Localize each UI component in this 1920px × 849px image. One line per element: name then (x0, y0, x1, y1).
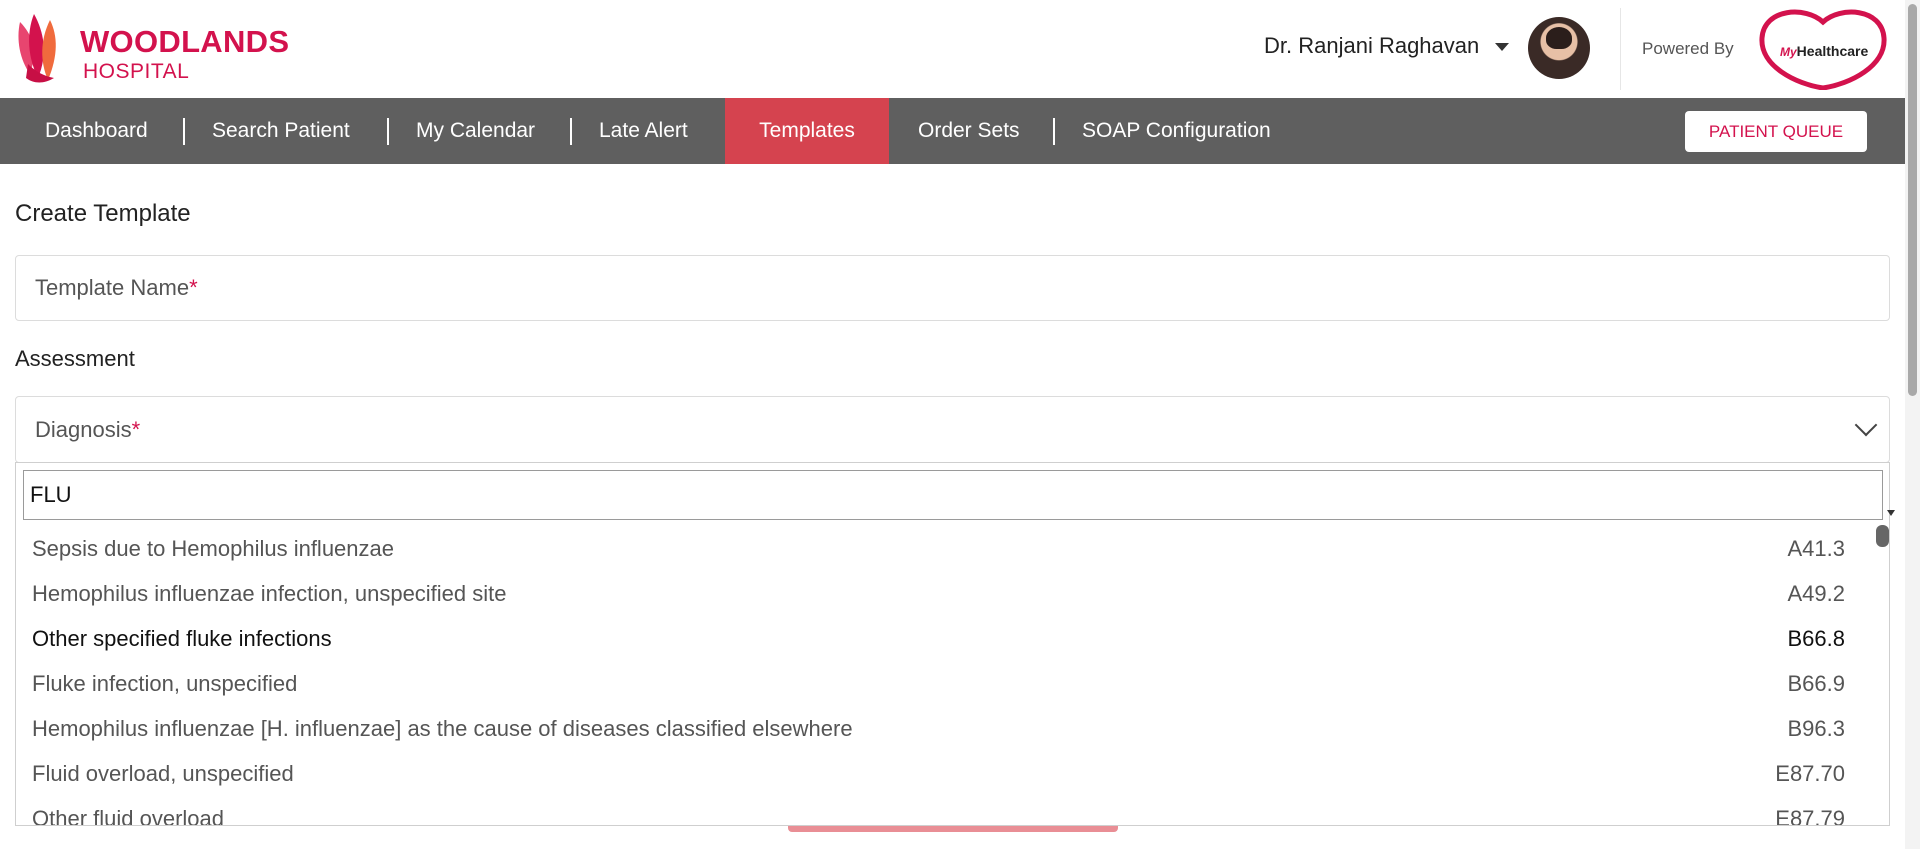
partner-logo-my: My (1780, 45, 1797, 59)
chevron-down-icon[interactable] (1854, 413, 1878, 437)
option-code: B66.8 (1787, 626, 1846, 651)
nav-dashboard[interactable]: Dashboard (45, 98, 148, 164)
nav-order-sets[interactable]: Order Sets (918, 98, 1020, 164)
woodlands-logo-icon (18, 14, 56, 83)
nav-search-patient[interactable]: Search Patient (212, 98, 350, 164)
nav-divider (387, 118, 389, 145)
partner-logo-text: MyHealthcare (1780, 43, 1868, 59)
list-item[interactable]: Hemophilus influenzae [H. influenzae] as… (16, 706, 1874, 751)
caret-down-icon[interactable] (1495, 43, 1509, 51)
nav-my-calendar[interactable]: My Calendar (416, 98, 535, 164)
option-name: Hemophilus influenzae infection, unspeci… (32, 581, 507, 606)
diagnosis-label-text: Diagnosis (35, 417, 132, 442)
list-item[interactable]: Sepsis due to Hemophilus influenzae A41.… (16, 526, 1874, 571)
hospital-brand: WOODLANDS HOSPITAL (80, 26, 289, 82)
nav-templates[interactable]: Templates (725, 98, 889, 164)
avatar[interactable] (1528, 17, 1590, 79)
patient-queue-button[interactable]: PATIENT QUEUE (1685, 111, 1867, 152)
required-mark: * (189, 275, 198, 300)
option-code: E87.70 (1775, 761, 1845, 786)
option-code: A41.3 (1787, 536, 1846, 561)
template-name-label-text: Template Name (35, 275, 190, 300)
option-code: B66.9 (1787, 671, 1846, 696)
template-name-label: Template Name* (35, 275, 198, 301)
template-name-field[interactable]: Template Name* (15, 255, 1890, 321)
list-item[interactable]: Fluke infection, unspecified B66.9 (16, 661, 1874, 706)
diagnosis-select[interactable]: Diagnosis* (15, 396, 1890, 463)
page-title: Create Template (15, 200, 191, 227)
submit-button-edge[interactable] (788, 826, 1118, 832)
list-item[interactable]: Other specified fluke infections B66.8 (16, 616, 1874, 661)
option-name: Fluke infection, unspecified (32, 671, 298, 696)
option-code: E87.79 (1775, 806, 1845, 826)
nav-divider (1053, 118, 1055, 145)
user-menu[interactable]: Dr. Ranjani Raghavan (1264, 33, 1479, 59)
option-name: Sepsis due to Hemophilus influenzae (32, 536, 395, 561)
list-item[interactable]: Fluid overload, unspecified E87.70 (16, 751, 1874, 796)
brand-line1: WOODLANDS (80, 24, 290, 59)
nav-divider (570, 118, 572, 145)
section-assessment: Assessment (15, 346, 135, 371)
page-scrollbar-thumb[interactable] (1908, 4, 1917, 396)
nav-divider (183, 118, 185, 145)
header-divider (1620, 8, 1621, 90)
required-mark: * (131, 417, 141, 442)
brand-line2: HOSPITAL (83, 60, 190, 83)
list-item[interactable]: Other fluid overload E87.79 (16, 796, 1874, 826)
powered-by-label: Powered By (1642, 39, 1734, 58)
list-item[interactable]: Hemophilus influenzae infection, unspeci… (16, 571, 1874, 616)
dropdown-scrollbar[interactable] (1876, 525, 1889, 547)
nav-late-alert[interactable]: Late Alert (599, 98, 688, 164)
partner-logo-name: Healthcare (1796, 43, 1869, 59)
caret-down-icon (1887, 510, 1895, 516)
option-name: Other fluid overload (32, 806, 224, 826)
main-nav: Dashboard Search Patient My Calendar Lat… (0, 98, 1905, 164)
option-name: Other specified fluke infections (32, 626, 332, 651)
option-code: A49.2 (1787, 581, 1846, 606)
option-name: Fluid overload, unspecified (32, 761, 294, 786)
nav-soap-configuration[interactable]: SOAP Configuration (1082, 98, 1271, 164)
option-name: Hemophilus influenzae [H. influenzae] as… (32, 716, 853, 741)
option-code: B96.3 (1787, 716, 1846, 741)
diagnosis-label: Diagnosis* (35, 417, 140, 443)
diagnosis-dropdown: FLU Sepsis due to Hemophilus influenzae … (15, 462, 1890, 826)
diagnosis-search-input[interactable]: FLU (23, 470, 1883, 520)
